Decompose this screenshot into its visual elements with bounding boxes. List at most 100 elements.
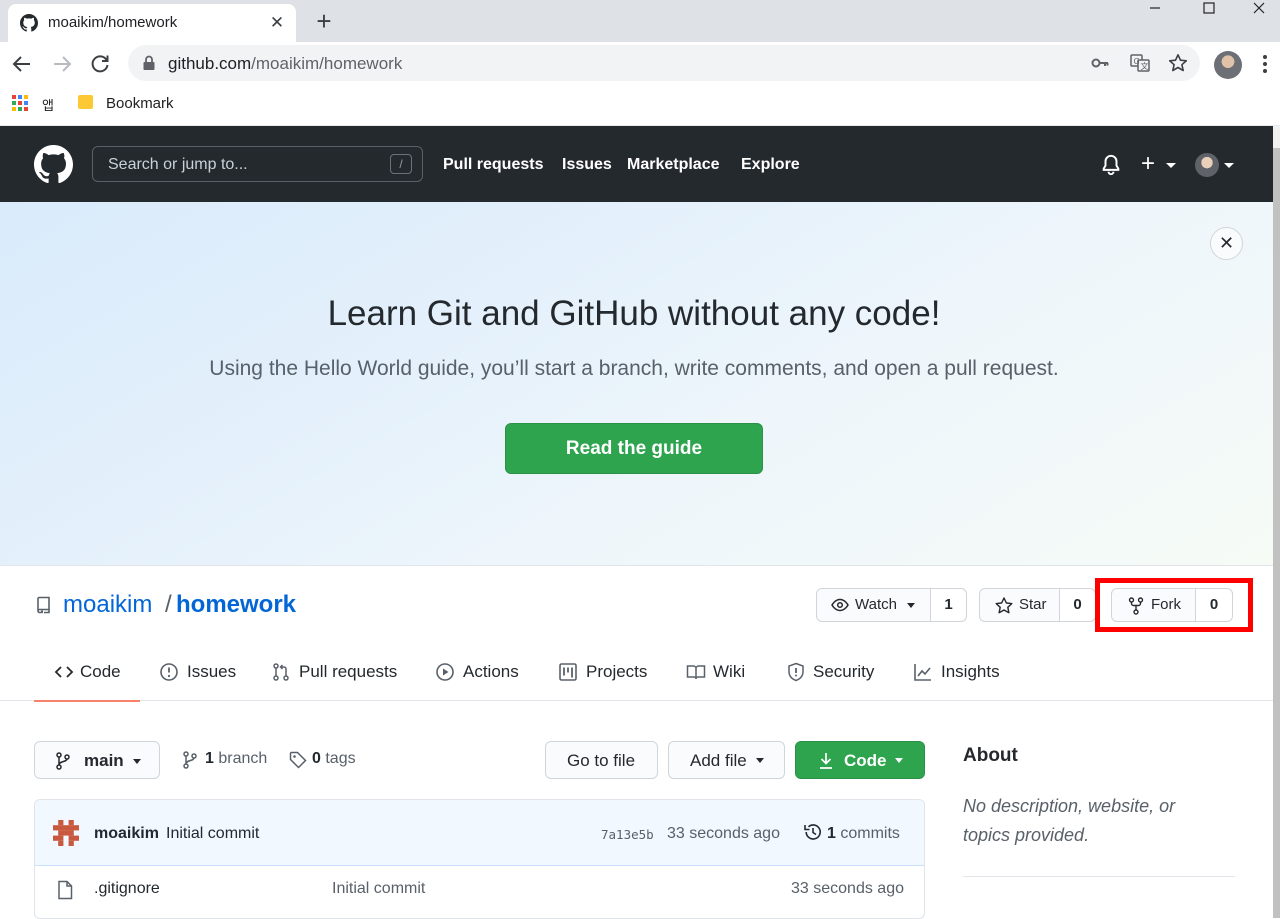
- tab-insights-label: Insights: [941, 662, 1000, 681]
- tags-label: tags: [325, 750, 356, 767]
- address-bar[interactable]: github.com/moaikim/homework G文: [128, 45, 1200, 81]
- close-window-icon[interactable]: [1236, 0, 1280, 20]
- create-new-plus-icon[interactable]: +: [1141, 151, 1155, 177]
- repo-path-separator: /: [165, 591, 172, 618]
- commit-sha-link[interactable]: 7a13e5b: [601, 827, 654, 842]
- about-description: No description, website, or topics provi…: [963, 796, 1176, 845]
- maximize-window-icon[interactable]: [1186, 0, 1232, 20]
- minimize-window-icon[interactable]: [1132, 0, 1178, 20]
- file-commit-message-link[interactable]: Initial commit: [332, 880, 425, 898]
- page-scrollbar[interactable]: [1273, 126, 1280, 918]
- star-button-group: Star 0: [979, 588, 1096, 622]
- tab-security-label: Security: [813, 662, 875, 681]
- bookmark-folder-label[interactable]: Bookmark: [106, 95, 174, 112]
- nav-issues[interactable]: Issues: [562, 156, 612, 174]
- lock-icon[interactable]: [142, 55, 156, 71]
- code-download-button[interactable]: Code: [795, 741, 925, 779]
- watch-button[interactable]: Watch: [817, 589, 931, 621]
- graph-icon: [914, 664, 931, 681]
- bookmark-apps-label[interactable]: 앱: [42, 95, 54, 114]
- url-text[interactable]: github.com/moaikim/homework: [168, 54, 402, 74]
- tab-close-icon[interactable]: ✕: [266, 12, 288, 34]
- nav-explore[interactable]: Explore: [741, 156, 800, 174]
- github-header: Search or jump to... / Pull requests Iss…: [0, 126, 1273, 202]
- repo-owner-link[interactable]: moaikim: [63, 591, 152, 619]
- git-pull-request-icon: [273, 663, 289, 681]
- create-dropdown-caret-icon[interactable]: [1166, 163, 1176, 168]
- banner-title: Learn Git and GitHub without any code!: [327, 294, 941, 333]
- read-the-guide-button[interactable]: Read the guide: [505, 423, 763, 474]
- file-commit-time: 33 seconds ago: [791, 880, 904, 897]
- github-logo-icon[interactable]: [34, 145, 73, 184]
- user-avatar[interactable]: [1195, 153, 1219, 177]
- star-count[interactable]: 0: [1060, 589, 1095, 621]
- browser-tab[interactable]: moaikim/homework ✕: [8, 4, 296, 42]
- repo-tab-nav: Code Issues Pull requests Actions Projec…: [0, 648, 1273, 702]
- nav-pull-requests[interactable]: Pull requests: [443, 156, 543, 174]
- branch-select-button[interactable]: main: [34, 741, 160, 779]
- github-search-input[interactable]: Search or jump to... /: [92, 146, 423, 182]
- tags-count: 0: [312, 750, 321, 767]
- browser-tab-strip: moaikim/homework ✕ +: [0, 0, 1280, 42]
- browser-profile-avatar[interactable]: [1214, 51, 1242, 79]
- commit-message-link[interactable]: Initial commit: [166, 825, 259, 843]
- tab-projects-label: Projects: [586, 662, 648, 681]
- add-file-caret-icon: [756, 758, 764, 763]
- repo-name-link[interactable]: homework: [176, 591, 296, 619]
- file-icon: [57, 880, 73, 900]
- code-dropdown-caret-icon: [895, 758, 903, 763]
- commit-time: 33 seconds ago: [667, 825, 780, 842]
- issue-opened-icon: [160, 663, 178, 681]
- add-file-button[interactable]: Add file: [668, 741, 785, 779]
- repo-icon: [36, 596, 52, 614]
- branches-label: branch: [218, 750, 268, 767]
- bookmark-star-icon[interactable]: [1168, 53, 1188, 73]
- play-icon: [436, 663, 454, 681]
- translate-icon[interactable]: G文: [1130, 53, 1150, 73]
- history-icon[interactable]: [803, 822, 823, 842]
- file-row[interactable]: .gitignore Initial commit 33 seconds ago: [35, 866, 924, 914]
- branch-name: main: [84, 751, 124, 770]
- nav-marketplace[interactable]: Marketplace: [627, 156, 720, 174]
- git-branch-icon: [183, 751, 197, 769]
- about-divider: [963, 876, 1235, 877]
- watch-button-group: Watch 1: [816, 588, 967, 622]
- go-to-file-button[interactable]: Go to file: [545, 741, 658, 779]
- bookmark-folder-icon[interactable]: [78, 95, 93, 109]
- tab-pull-requests-label: Pull requests: [299, 662, 398, 681]
- git-branch-icon: [56, 752, 70, 770]
- svg-text:G: G: [1134, 57, 1140, 66]
- reload-icon[interactable]: [88, 52, 112, 76]
- go-to-file-label: Go to file: [567, 751, 636, 770]
- book-icon: [686, 665, 706, 680]
- code-icon: [54, 666, 74, 678]
- branches-count: 1: [205, 750, 214, 767]
- search-shortcut-key: /: [390, 154, 412, 174]
- star-button[interactable]: Star: [980, 589, 1060, 621]
- watch-count[interactable]: 1: [931, 589, 966, 621]
- browser-menu-icon[interactable]: [1262, 54, 1268, 74]
- commit-author-link[interactable]: moaikim: [94, 825, 159, 843]
- tab-actions-label: Actions: [463, 662, 519, 681]
- tab-wiki-label: Wiki: [713, 662, 746, 681]
- key-icon[interactable]: [1090, 53, 1110, 73]
- banner-close-icon[interactable]: ✕: [1210, 227, 1243, 260]
- project-icon: [559, 663, 577, 681]
- identicon-avatar[interactable]: [53, 820, 79, 846]
- back-arrow-icon[interactable]: [10, 52, 34, 76]
- browser-toolbar: github.com/moaikim/homework G文: [0, 42, 1280, 86]
- download-icon: [820, 753, 832, 769]
- file-browser: moaikim Initial commit 7a13e5b 33 second…: [34, 799, 925, 919]
- watch-label: Watch: [855, 596, 897, 613]
- file-name-link[interactable]: .gitignore: [94, 880, 160, 898]
- learn-git-banner: ✕ Learn Git and GitHub without any code!…: [0, 202, 1273, 566]
- notifications-bell-icon[interactable]: [1101, 154, 1121, 176]
- user-dropdown-caret-icon[interactable]: [1224, 163, 1234, 168]
- scrollbar-thumb[interactable]: [1273, 148, 1280, 918]
- commits-count-link[interactable]: 1 commits: [827, 825, 900, 843]
- branch-dropdown-caret-icon: [133, 759, 141, 764]
- new-tab-button[interactable]: +: [312, 8, 336, 34]
- forward-arrow-icon[interactable]: [50, 52, 74, 76]
- tag-icon: [289, 751, 307, 769]
- latest-commit-bar: moaikim Initial commit 7a13e5b 33 second…: [35, 800, 924, 866]
